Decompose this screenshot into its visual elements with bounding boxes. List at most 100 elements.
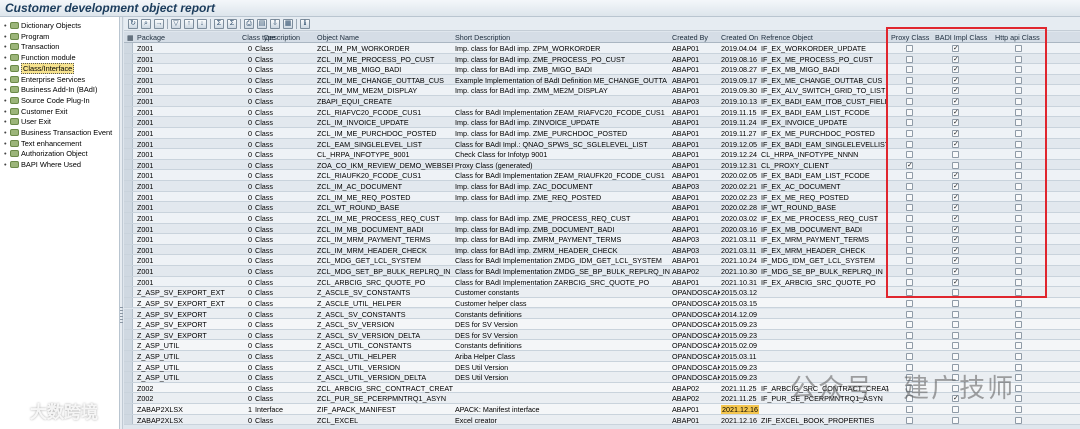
proxy-class-checkbox[interactable] [906, 406, 913, 414]
table-row[interactable]: Z001 0 Class ZCL_WT_ROUND_BASE ABAP01 2020.02… [124, 202, 1080, 213]
proxy-class-checkbox[interactable] [906, 352, 913, 360]
http-api-class-checkbox[interactable] [1015, 299, 1022, 307]
http-api-class-checkbox[interactable] [1015, 246, 1022, 254]
col-http-api-class[interactable]: Http api Class [995, 33, 1040, 42]
table-row[interactable]: Z001 0 Class ZCL_RIAFVC20_FCODE_CUS1 Class f… [124, 106, 1080, 118]
print-icon[interactable]: ⎙ [244, 19, 254, 29]
http-api-class-checkbox[interactable] [1015, 268, 1022, 276]
badi-impl-class-checkbox[interactable] [952, 204, 959, 212]
badi-impl-class-checkbox[interactable] [952, 268, 959, 276]
find-icon[interactable]: ⌕ [141, 19, 151, 29]
proxy-class-checkbox[interactable] [906, 140, 913, 148]
badi-impl-class-checkbox[interactable] [952, 98, 959, 106]
badi-impl-class-checkbox[interactable] [952, 172, 959, 180]
http-api-class-checkbox[interactable] [1015, 129, 1022, 137]
http-api-class-checkbox[interactable] [1015, 98, 1022, 106]
badi-impl-class-checkbox[interactable] [952, 129, 959, 137]
http-api-class-checkbox[interactable] [1015, 172, 1022, 180]
tree-item[interactable]: • Function module [4, 53, 76, 63]
table-row[interactable]: ZABAP2XLSX 1 Interface ZIF_APACK_MANIFEST AP… [124, 404, 1080, 415]
filter-icon[interactable]: ▽ [171, 19, 181, 29]
proxy-class-checkbox[interactable] [906, 183, 913, 191]
table-row[interactable]: Z_ASP_SV_EXPORT 0 Class Z_ASCL_SV_VERSION_D… [124, 329, 1080, 341]
http-api-class-checkbox[interactable] [1015, 289, 1022, 297]
proxy-class-checkbox[interactable] [906, 204, 913, 212]
http-api-class-checkbox[interactable] [1015, 416, 1022, 424]
tree-item[interactable]: • Dictionary Objects [4, 21, 81, 31]
row-selector[interactable] [124, 393, 133, 404]
find-next-icon[interactable]: → [154, 19, 164, 29]
proxy-class-checkbox[interactable] [906, 321, 913, 329]
badi-impl-class-checkbox[interactable] [952, 299, 959, 307]
row-selector[interactable] [124, 85, 133, 96]
http-api-class-checkbox[interactable] [1015, 108, 1022, 116]
row-selector[interactable] [124, 223, 133, 234]
proxy-class-checkbox[interactable] [906, 268, 913, 276]
proxy-class-checkbox[interactable] [906, 55, 913, 63]
http-api-class-checkbox[interactable] [1015, 331, 1022, 339]
table-row[interactable]: Z_ASP_SV_EXPORT_EXT 0 Class Z_ASCLE_UTIL_HE… [124, 297, 1080, 309]
proxy-class-checkbox[interactable] [906, 98, 913, 106]
table-row[interactable]: Z001 0 Class ZCL_IM_PM_WORKORDER Imp. class … [124, 43, 1080, 54]
http-api-class-checkbox[interactable] [1015, 140, 1022, 148]
row-selector[interactable] [124, 64, 133, 74]
badi-impl-class-checkbox[interactable] [952, 108, 959, 116]
badi-impl-class-checkbox[interactable] [952, 161, 959, 169]
table-row[interactable]: Z001 0 Class ZCL_RIAUFK20_FCODE_CUS1 Class f… [124, 170, 1080, 182]
badi-impl-class-checkbox[interactable] [952, 183, 959, 191]
col-created-on[interactable]: Created On [721, 33, 758, 42]
badi-impl-class-checkbox[interactable] [952, 331, 959, 339]
http-api-class-checkbox[interactable] [1015, 87, 1022, 95]
proxy-class-checkbox[interactable] [906, 161, 913, 169]
proxy-class-checkbox[interactable] [906, 246, 913, 254]
row-selector[interactable] [124, 319, 133, 329]
http-api-class-checkbox[interactable] [1015, 55, 1022, 63]
row-selector[interactable] [124, 212, 133, 223]
row-selector[interactable] [124, 361, 133, 372]
table-row[interactable]: Z001 0 Class ZCL_IM_ME_PROCESS_PO_CUST Imp. … [124, 53, 1080, 65]
http-api-class-checkbox[interactable] [1015, 214, 1022, 222]
table-row[interactable]: Z001 0 Class ZCL_MDG_SET_BP_BULK_REPLRQ_IN C… [124, 266, 1080, 277]
pane-splitter[interactable] [120, 17, 123, 429]
col-package[interactable]: Package [137, 33, 165, 42]
http-api-class-checkbox[interactable] [1015, 151, 1022, 159]
export-icon[interactable]: ⇩ [270, 19, 280, 29]
col-description[interactable]: Description [264, 33, 300, 42]
badi-impl-class-checkbox[interactable] [952, 416, 959, 424]
http-api-class-checkbox[interactable] [1015, 66, 1022, 74]
row-selector[interactable] [124, 350, 133, 361]
tree-item[interactable]: • Class/Interface [4, 62, 75, 74]
badi-impl-class-checkbox[interactable] [952, 246, 959, 254]
http-api-class-checkbox[interactable] [1015, 204, 1022, 212]
proxy-class-checkbox[interactable] [906, 310, 913, 318]
row-selector[interactable] [124, 170, 133, 181]
tree-item[interactable]: • Business Add-In (BAdI) [4, 85, 97, 95]
table-row[interactable]: Z001 0 Class ZCL_IM_ME_PURCHDOC_POSTED Imp. … [124, 127, 1080, 139]
row-selector[interactable] [124, 414, 133, 425]
http-api-class-checkbox[interactable] [1015, 193, 1022, 201]
badi-impl-class-checkbox[interactable] [952, 151, 959, 159]
sort-asc-icon[interactable]: ↑ [184, 19, 194, 29]
row-selector[interactable] [124, 181, 133, 191]
tree-item[interactable]: • Business Transaction Event [4, 128, 112, 138]
row-selector[interactable] [124, 329, 133, 340]
http-api-class-checkbox[interactable] [1015, 342, 1022, 350]
http-api-class-checkbox[interactable] [1015, 321, 1022, 329]
badi-impl-class-checkbox[interactable] [952, 55, 959, 63]
table-row[interactable]: Z_ASP_SV_EXPORT 0 Class Z_ASCL_SV_VERSION DE… [124, 319, 1080, 330]
tree-item[interactable]: • Authorization Object [4, 149, 88, 159]
proxy-class-checkbox[interactable] [906, 119, 913, 127]
badi-impl-class-checkbox[interactable] [952, 214, 959, 222]
view-icon[interactable]: ▤ [257, 19, 267, 29]
row-selector[interactable] [124, 234, 133, 244]
http-api-class-checkbox[interactable] [1015, 395, 1022, 403]
badi-impl-class-checkbox[interactable] [952, 236, 959, 244]
http-api-class-checkbox[interactable] [1015, 225, 1022, 233]
proxy-class-checkbox[interactable] [906, 278, 913, 286]
badi-impl-class-checkbox[interactable] [952, 310, 959, 318]
row-selector[interactable] [124, 106, 133, 117]
col-badi-impl-class[interactable]: BADI Impl Class [935, 33, 987, 42]
tree-item[interactable]: • Source Code Plug-In [4, 96, 90, 106]
row-selector[interactable] [124, 287, 133, 297]
sum-icon[interactable]: Σ [214, 19, 224, 29]
